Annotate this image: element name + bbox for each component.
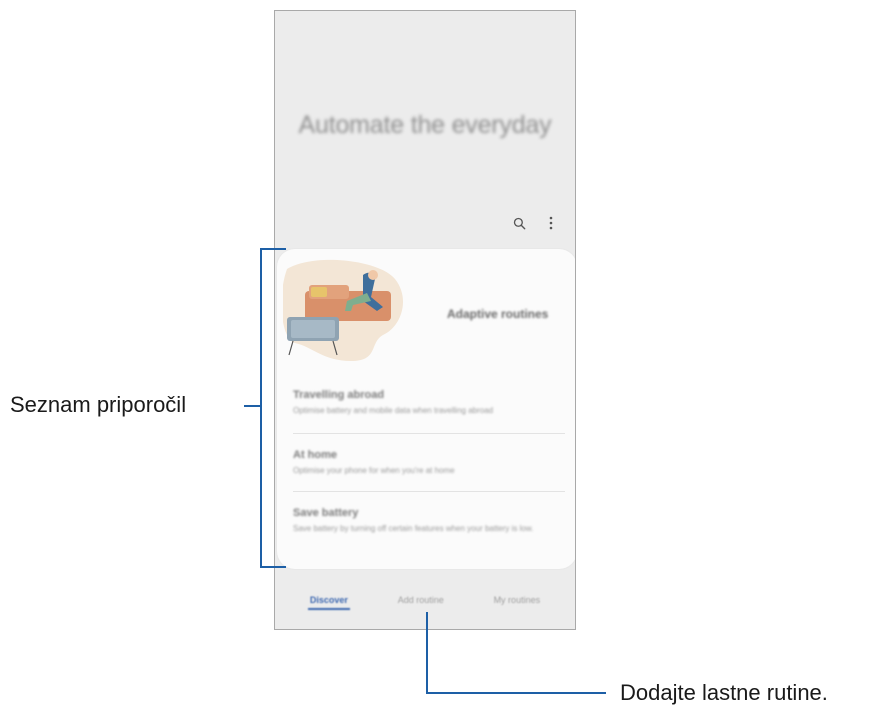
more-vert-icon[interactable] [543,215,559,231]
bracket-bottom [260,566,286,568]
bottom-nav: Discover Add routine My routines [275,595,575,610]
rec-item-title: Travelling abroad [293,389,385,401]
phone-screen: Automate the everyday Adaptive routines … [274,10,576,630]
search-icon[interactable] [511,215,527,231]
rec-item-title: At home [293,449,337,461]
callout-line-vertical [426,612,428,694]
active-tab-indicator [307,608,350,610]
divider [293,433,565,434]
rec-item-desc: Optimise your phone for when you're at h… [293,466,455,475]
callout-line-horizontal [426,692,606,694]
toolbar [511,215,559,231]
card-heading: Adaptive routines [447,307,549,321]
tab-label: Discover [309,595,348,605]
rec-item-title: Save battery [293,507,359,519]
tab-add-routine[interactable]: Add routine [398,595,444,605]
rec-item-travelling-abroad[interactable]: Travelling abroad Optimise battery and m… [293,389,565,416]
callout-connector [244,405,260,407]
rec-item-desc: Optimise battery and mobile data when tr… [293,406,494,415]
recommendations-card: Adaptive routines Travelling abroad Opti… [277,249,575,569]
divider [293,491,565,492]
rec-item-save-battery[interactable]: Save battery Save battery by turning off… [293,507,565,534]
callout-add-routine: Dodajte lastne rutine. [620,680,828,705]
bracket-top [260,248,286,250]
bracket-line [260,248,262,568]
tab-label: My routines [493,595,541,605]
sofa-illustration [283,259,403,361]
tab-my-routines[interactable]: My routines [494,595,541,605]
callout-recommendations: Seznam priporočil [10,392,187,417]
tab-discover[interactable]: Discover [307,595,350,610]
tab-label: Add routine [397,595,444,605]
rec-item-at-home[interactable]: At home Optimise your phone for when you… [293,449,565,476]
rec-item-desc: Save battery by turning off certain feat… [293,524,534,533]
hero-title: Automate the everyday [298,111,552,139]
